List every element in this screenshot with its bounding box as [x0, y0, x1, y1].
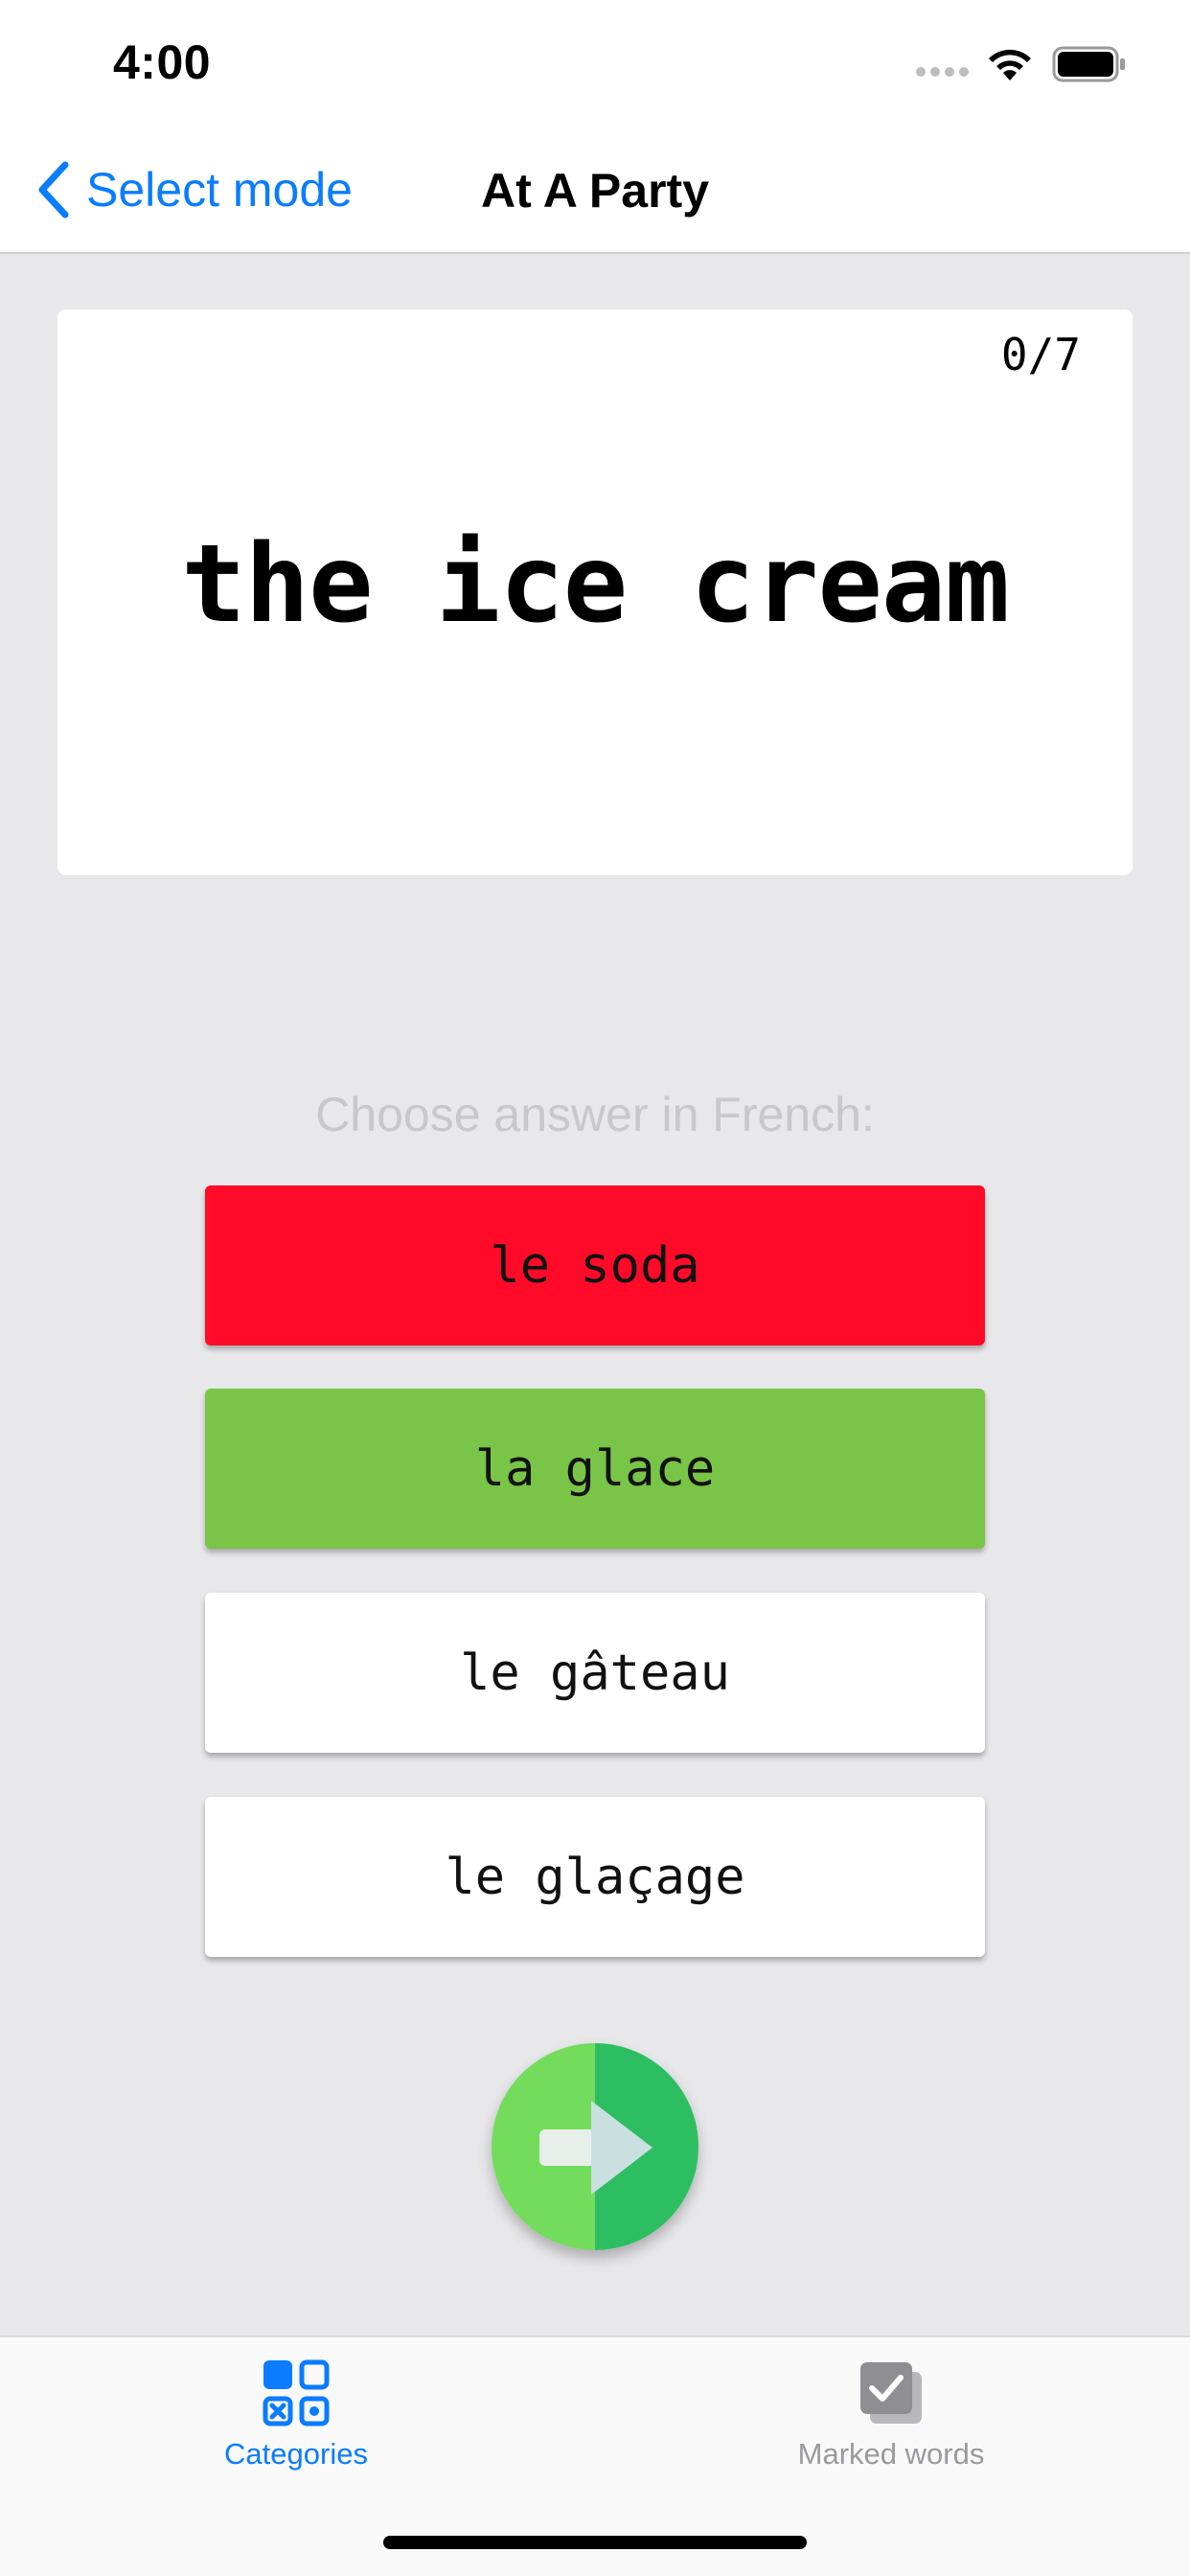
cellular-signal-icon: [916, 67, 969, 77]
answer-option-correct[interactable]: la glace: [205, 1389, 985, 1549]
status-time: 4:00: [113, 35, 212, 89]
next-button[interactable]: [492, 2043, 698, 2250]
status-bar: 4:00: [0, 0, 1190, 126]
chevron-left-icon: [38, 161, 69, 218]
battery-icon: [1052, 46, 1125, 82]
tab-marked-words[interactable]: Marked words: [719, 2358, 1064, 2472]
grid-icon: [263, 2359, 330, 2426]
back-button[interactable]: Select mode: [34, 159, 353, 220]
progress-counter: 0/7: [1000, 329, 1081, 380]
checkbox-stack-icon: [860, 2362, 922, 2424]
tab-marked-words-label: Marked words: [797, 2437, 985, 2471]
answer-option-wrong[interactable]: le soda: [205, 1185, 985, 1346]
navigation-bar: At A Party Select mode: [0, 126, 1190, 254]
tab-categories[interactable]: Categories: [124, 2358, 469, 2472]
back-button-label: Select mode: [86, 163, 353, 217]
answer-option[interactable]: le glaçage: [205, 1797, 985, 1957]
wifi-icon: [989, 49, 1031, 80]
arrow-right-icon: [492, 2043, 698, 2250]
home-indicator[interactable]: [383, 2536, 807, 2549]
answer-option[interactable]: le gâteau: [205, 1593, 985, 1753]
instruction-text: Choose answer in French:: [315, 1088, 875, 1141]
word-card: 0/7 the ice cream: [57, 310, 1133, 875]
tab-categories-label: Categories: [224, 2437, 368, 2471]
prompt-word: the ice cream: [181, 522, 1010, 647]
